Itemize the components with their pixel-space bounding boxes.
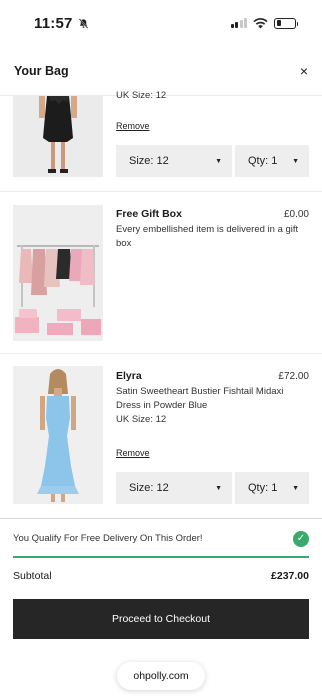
qty-select-value: Qty: 1 bbox=[248, 482, 278, 494]
bag-item: Free Gift Box £0.00 Every embellished it… bbox=[0, 192, 322, 354]
battery-icon bbox=[274, 17, 298, 29]
product-image[interactable] bbox=[13, 366, 103, 504]
item-name: Elyra bbox=[116, 370, 142, 382]
item-description: Every embellished item is delivered in a… bbox=[116, 224, 299, 249]
item-price: £0.00 bbox=[283, 209, 309, 220]
checkout-button[interactable]: Proceed to Checkout bbox=[13, 599, 309, 639]
signal-icon bbox=[230, 18, 247, 28]
bag-item: Elyra £72.00 Satin Sweetheart Bustier Fi… bbox=[0, 354, 322, 518]
status-time: 11:57 bbox=[34, 14, 73, 32]
size-select-value: Size: 12 bbox=[129, 155, 169, 167]
free-delivery-banner: You Qualify For Free Delivery On This Or… bbox=[0, 518, 322, 558]
browser-url-pill[interactable]: ohpolly.com bbox=[117, 662, 205, 690]
item-size-line: UK Size: 12 bbox=[116, 90, 167, 101]
qty-select[interactable]: Qty: 1 ▼ bbox=[235, 472, 309, 504]
product-image[interactable] bbox=[13, 205, 103, 341]
free-delivery-text: You Qualify For Free Delivery On This Or… bbox=[13, 533, 203, 544]
product-image[interactable] bbox=[13, 96, 103, 177]
subtotal-value: £237.00 bbox=[271, 570, 309, 582]
item-description: Satin Sweetheart Bustier Fishtail Midaxi… bbox=[116, 386, 284, 411]
subtotal-label: Subtotal bbox=[13, 570, 52, 582]
caret-down-icon: ▼ bbox=[292, 484, 299, 492]
remove-link[interactable]: Remove bbox=[116, 121, 150, 131]
close-icon[interactable]: × bbox=[300, 64, 308, 78]
status-bar: 11:57 bbox=[0, 0, 322, 46]
subtotal-row: Subtotal £237.00 bbox=[13, 570, 309, 582]
muted-bell-icon bbox=[78, 17, 88, 29]
size-select[interactable]: Size: 12 ▼ bbox=[116, 145, 232, 177]
caret-down-icon: ▼ bbox=[215, 157, 222, 165]
check-icon: ✓ bbox=[293, 530, 309, 547]
item-price: £72.00 bbox=[278, 371, 309, 382]
wifi-icon bbox=[253, 17, 268, 28]
size-select-value: Size: 12 bbox=[129, 482, 169, 494]
delivery-progress-bar bbox=[13, 556, 309, 558]
caret-down-icon: ▼ bbox=[292, 157, 299, 165]
bag-item: UK Size: 12 Remove Size: 12 ▼ Qty: 1 ▼ bbox=[0, 90, 322, 192]
item-size-line: UK Size: 12 bbox=[116, 414, 167, 425]
size-select[interactable]: Size: 12 ▼ bbox=[116, 472, 232, 504]
item-name: Free Gift Box bbox=[116, 208, 182, 220]
remove-link[interactable]: Remove bbox=[116, 448, 150, 458]
caret-down-icon: ▼ bbox=[215, 484, 222, 492]
bag-title: Your Bag bbox=[14, 63, 69, 78]
qty-select[interactable]: Qty: 1 ▼ bbox=[235, 145, 309, 177]
qty-select-value: Qty: 1 bbox=[248, 155, 278, 167]
